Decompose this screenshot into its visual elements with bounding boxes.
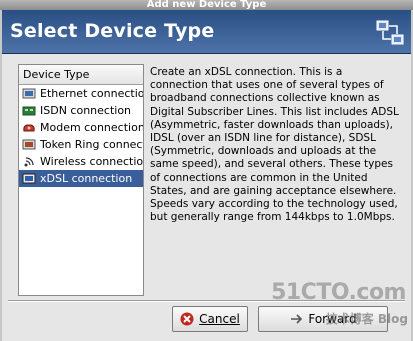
ethernet-icon	[22, 88, 36, 98]
page-title: Select Device Type	[10, 20, 215, 42]
list-item-modem[interactable]: Modem connection	[19, 119, 143, 136]
list-item-label: Wireless connection	[40, 155, 143, 168]
wireless-icon	[24, 156, 34, 166]
forward-arrow-icon	[291, 314, 303, 324]
device-type-list[interactable]: Device Type Ethernet connection ISDN con…	[18, 64, 144, 296]
list-item-wireless[interactable]: Wireless connection	[19, 153, 143, 170]
header-banner: Select Device Type	[2, 10, 411, 54]
cancel-button-label: Cancel	[199, 312, 240, 326]
cancel-button[interactable]: Cancel	[172, 306, 248, 332]
window-title: Add new Device Type	[146, 0, 267, 10]
cancel-x-icon	[180, 312, 194, 326]
token-ring-icon	[22, 139, 36, 149]
modem-icon	[23, 124, 35, 131]
list-item-isdn[interactable]: ISDN connection	[19, 102, 143, 119]
list-item-xdsl[interactable]: xDSL connection	[19, 170, 143, 187]
list-item-label: Token Ring connecti	[40, 138, 143, 151]
window-frame-left	[0, 10, 2, 341]
forward-button-label: Forward	[308, 312, 357, 326]
list-item-label: Ethernet connection	[40, 87, 143, 100]
device-type-description: Create an xDSL connection. This is a con…	[150, 66, 399, 224]
window-titlebar[interactable]: Add new Device Type	[0, 0, 413, 10]
isdn-icon	[22, 106, 36, 115]
network-device-icon	[376, 20, 404, 45]
list-item-label: Modem connection	[40, 121, 143, 134]
forward-button[interactable]: Forward	[258, 306, 388, 332]
list-item-label: xDSL connection	[40, 172, 133, 185]
list-item-label: ISDN connection	[40, 104, 132, 117]
button-divider	[8, 300, 405, 302]
list-item-ethernet[interactable]: Ethernet connection	[19, 85, 143, 102]
xdsl-icon	[22, 173, 36, 183]
list-column-header[interactable]: Device Type	[19, 65, 143, 85]
list-item-token-ring[interactable]: Token Ring connecti	[19, 136, 143, 153]
